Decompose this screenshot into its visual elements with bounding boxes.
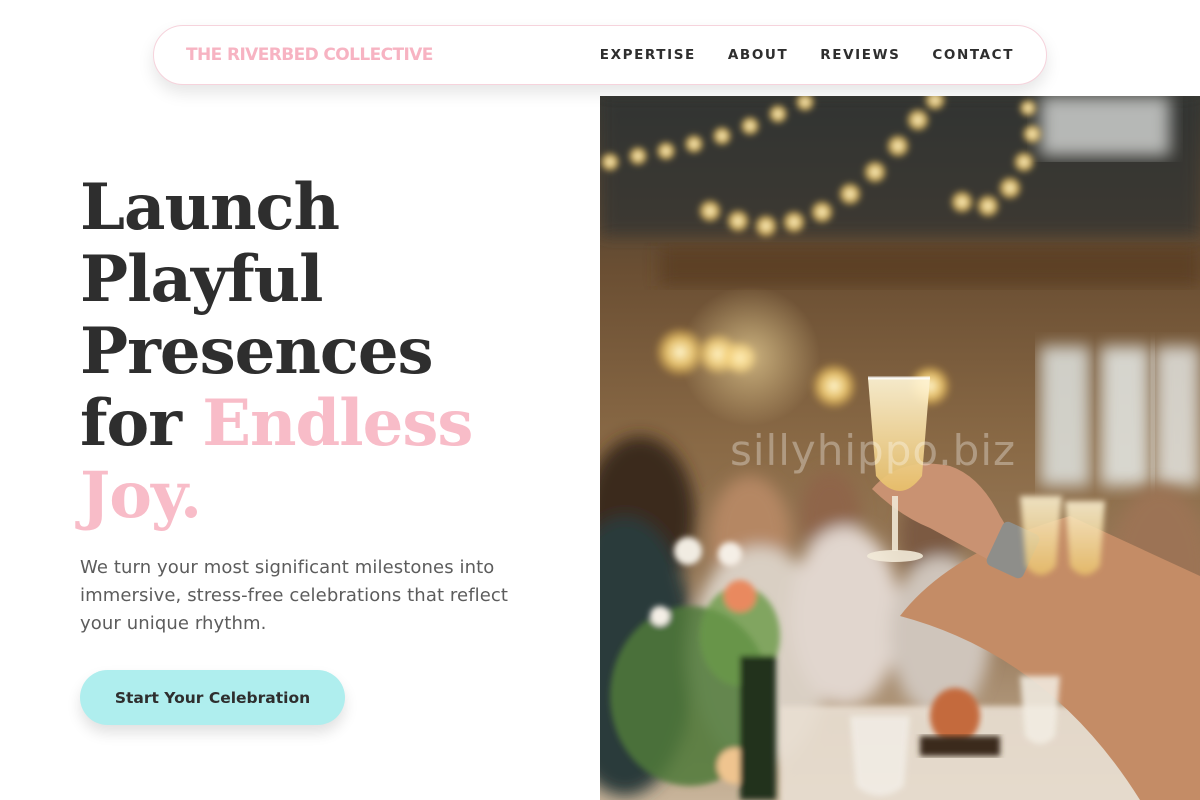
heading-line-2: Playful xyxy=(80,242,323,317)
hero-heading: Launch Playful Presences for Endless Joy… xyxy=(80,172,580,532)
heading-accent-endless: Endless xyxy=(202,386,473,461)
top-navbar: THE RIVERBED COLLECTIVE EXPERTISE ABOUT … xyxy=(153,25,1047,85)
start-celebration-button[interactable]: Start Your Celebration xyxy=(80,670,345,725)
brand-logo[interactable]: THE RIVERBED COLLECTIVE xyxy=(186,45,433,65)
nav-link-expertise[interactable]: EXPERTISE xyxy=(600,47,696,63)
page: THE RIVERBED COLLECTIVE EXPERTISE ABOUT … xyxy=(0,0,1200,800)
heading-line-3: Presences xyxy=(80,314,434,389)
heading-accent-joy: Joy. xyxy=(80,458,202,533)
heading-line-4-prefix: for xyxy=(80,386,203,461)
nav-links: EXPERTISE ABOUT REVIEWS CONTACT xyxy=(600,47,1014,63)
hero-subtext: We turn your most significant milestones… xyxy=(80,557,509,634)
nav-link-about[interactable]: ABOUT xyxy=(728,47,788,63)
hero-celebration-image xyxy=(600,96,1200,800)
nav-link-reviews[interactable]: REVIEWS xyxy=(820,47,900,63)
nav-link-contact[interactable]: CONTACT xyxy=(932,47,1014,63)
heading-line-1: Launch xyxy=(80,170,340,245)
